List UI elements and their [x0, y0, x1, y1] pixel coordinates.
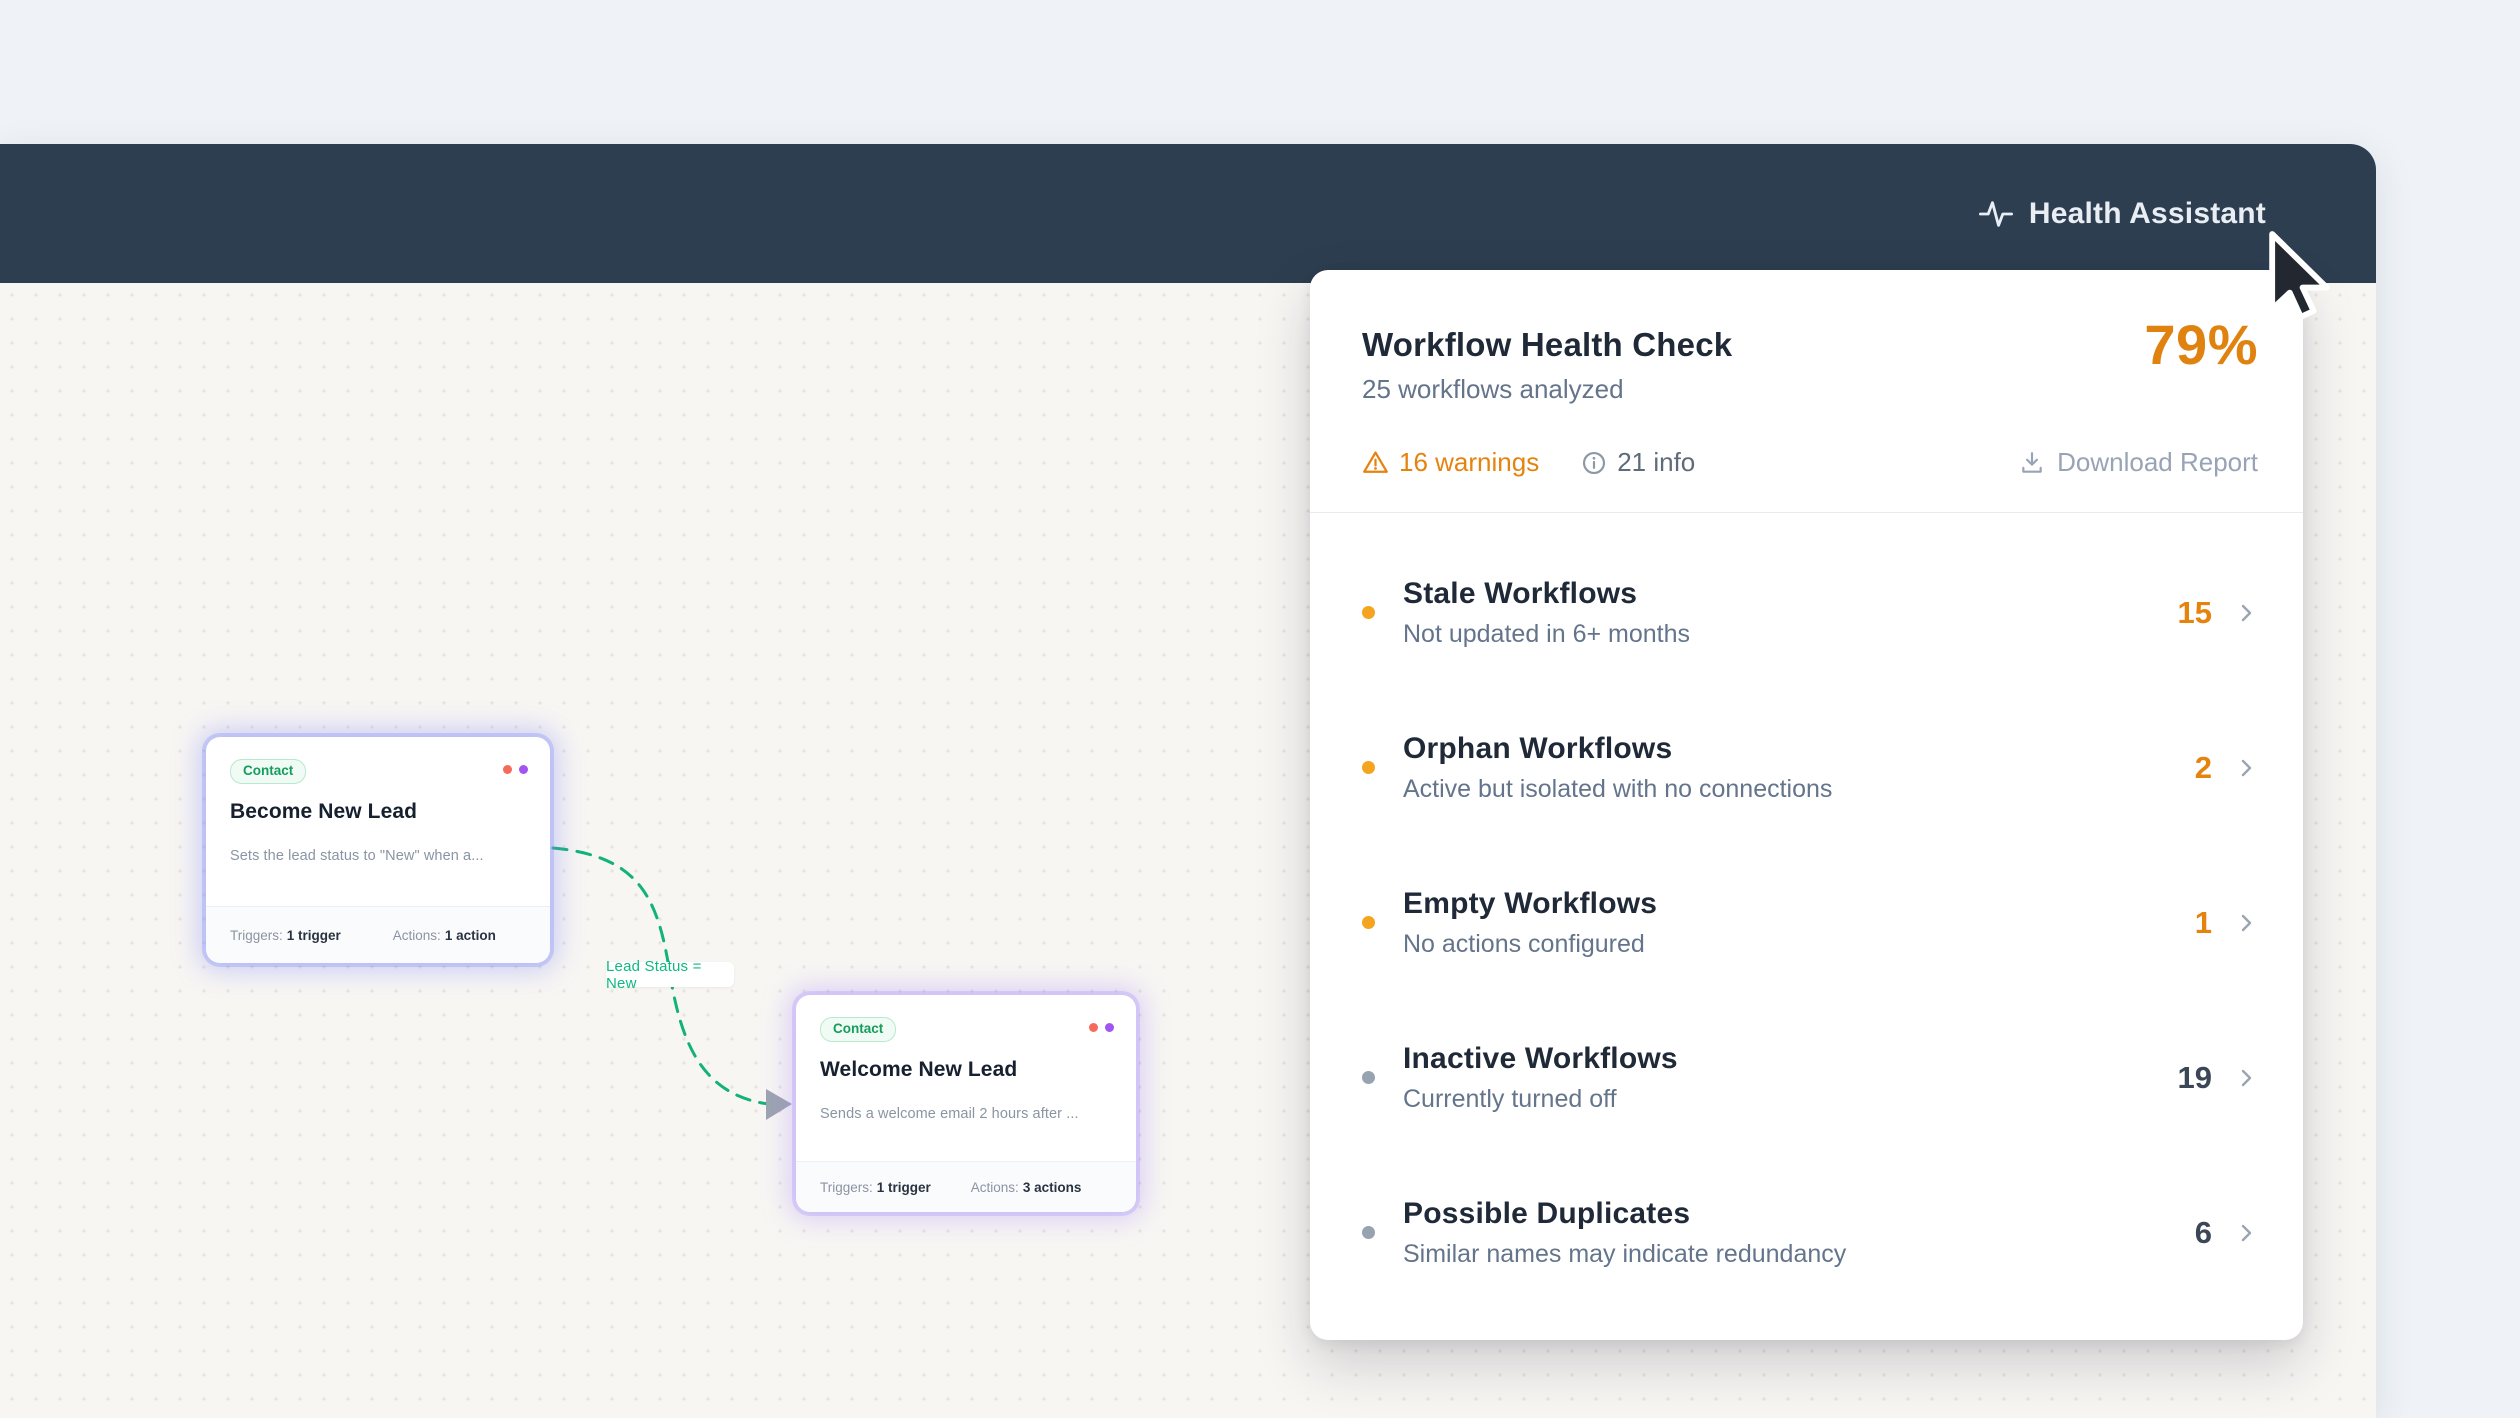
warnings-stat: 16 warnings: [1362, 447, 1539, 478]
activity-pulse-icon: [1979, 197, 2013, 231]
row-subtitle: Similar names may indicate redundancy: [1403, 1240, 2195, 1269]
info-stat: 21 info: [1581, 447, 1695, 478]
panel-row-empty-workflows[interactable]: Empty Workflows No actions configured 1: [1362, 845, 2258, 1000]
severity-dot: [1362, 606, 1375, 619]
contact-badge: Contact: [230, 759, 306, 784]
row-text: Inactive Workflows Currently turned off: [1403, 1042, 2178, 1114]
chevron-right-icon: [2234, 601, 2258, 625]
warning-triangle-icon: [1362, 449, 1389, 476]
card-title: Welcome New Lead: [820, 1058, 1110, 1082]
card-title: Become New Lead: [230, 800, 524, 824]
row-count: 2: [2195, 750, 2212, 786]
health-check-panel: Workflow Health Check 25 workflows analy…: [1310, 270, 2303, 1340]
row-title: Empty Workflows: [1403, 887, 2195, 921]
panel-row-orphan-workflows[interactable]: Orphan Workflows Active but isolated wit…: [1362, 690, 2258, 845]
triggers-stat: Triggers:1 trigger: [820, 1180, 931, 1195]
panel-header: Workflow Health Check 25 workflows analy…: [1362, 270, 2258, 405]
card-status-dots: [1089, 1023, 1114, 1032]
row-title: Inactive Workflows: [1403, 1042, 2178, 1076]
card-description: Sends a welcome email 2 hours after ...: [820, 1106, 1110, 1122]
purple-dot-icon: [519, 765, 528, 774]
red-dot-icon: [503, 765, 512, 774]
screen: Health Assistant Lead Status = New Conta…: [0, 0, 2520, 1418]
download-icon: [2019, 450, 2045, 476]
header-bar: Health Assistant: [0, 144, 2376, 283]
chevron-right-icon: [2234, 1066, 2258, 1090]
row-subtitle: Active but isolated with no connections: [1403, 775, 2195, 804]
row-title: Stale Workflows: [1403, 577, 2178, 611]
card-header: Contact Welcome New Lead Sends a welcome…: [796, 995, 1136, 1122]
row-count: 19: [2178, 1060, 2212, 1096]
severity-dot: [1362, 1071, 1375, 1084]
panel-row-inactive-workflows[interactable]: Inactive Workflows Currently turned off …: [1362, 1000, 2258, 1155]
card-status-dots: [503, 765, 528, 774]
row-count: 15: [2178, 595, 2212, 631]
row-subtitle: Currently turned off: [1403, 1085, 2178, 1114]
row-count: 1: [2195, 905, 2212, 941]
actions-stat: Actions:3 actions: [971, 1180, 1082, 1195]
contact-badge: Contact: [820, 1017, 896, 1042]
row-text: Empty Workflows No actions configured: [1403, 887, 2195, 959]
row-text: Possible Duplicates Similar names may in…: [1403, 1197, 2195, 1269]
chevron-right-icon: [2234, 911, 2258, 935]
health-score: 79%: [2144, 312, 2258, 377]
info-circle-icon: [1581, 450, 1607, 476]
card-header: Contact Become New Lead Sets the lead st…: [206, 737, 550, 864]
card-footer: Triggers:1 trigger Actions:1 action: [206, 906, 550, 963]
row-title: Orphan Workflows: [1403, 732, 2195, 766]
row-text: Stale Workflows Not updated in 6+ months: [1403, 577, 2178, 649]
download-report-button[interactable]: Download Report: [2019, 447, 2258, 478]
health-assistant-label: Health Assistant: [2029, 197, 2266, 231]
panel-subtitle: 25 workflows analyzed: [1362, 374, 2258, 405]
workflow-card-welcome-new-lead[interactable]: Contact Welcome New Lead Sends a welcome…: [796, 995, 1136, 1212]
severity-dot: [1362, 761, 1375, 774]
triggers-stat: Triggers:1 trigger: [230, 928, 341, 943]
connector-arrowhead: [766, 1089, 792, 1120]
health-assistant-button[interactable]: Health Assistant: [1979, 197, 2266, 231]
workflow-card-become-new-lead[interactable]: Contact Become New Lead Sets the lead st…: [206, 737, 550, 963]
row-text: Orphan Workflows Active but isolated wit…: [1403, 732, 2195, 804]
row-subtitle: Not updated in 6+ months: [1403, 620, 2178, 649]
row-subtitle: No actions configured: [1403, 930, 2195, 959]
chevron-right-icon: [2234, 756, 2258, 780]
panel-title: Workflow Health Check: [1362, 326, 2258, 364]
card-description: Sets the lead status to "New" when a...: [230, 848, 524, 864]
severity-dot: [1362, 916, 1375, 929]
purple-dot-icon: [1105, 1023, 1114, 1032]
panel-stats-row: 16 warnings 21 info Download Report: [1362, 447, 2258, 478]
row-title: Possible Duplicates: [1403, 1197, 2195, 1231]
red-dot-icon: [1089, 1023, 1098, 1032]
card-footer: Triggers:1 trigger Actions:3 actions: [796, 1161, 1136, 1212]
panel-row-possible-duplicates[interactable]: Possible Duplicates Similar names may in…: [1362, 1155, 2258, 1310]
actions-stat: Actions:1 action: [393, 928, 496, 943]
connector-condition-label: Lead Status = New: [606, 962, 734, 987]
panel-row-stale-workflows[interactable]: Stale Workflows Not updated in 6+ months…: [1362, 535, 2258, 690]
panel-rows: Stale Workflows Not updated in 6+ months…: [1362, 513, 2258, 1310]
chevron-right-icon: [2234, 1221, 2258, 1245]
severity-dot: [1362, 1226, 1375, 1239]
row-count: 6: [2195, 1215, 2212, 1251]
